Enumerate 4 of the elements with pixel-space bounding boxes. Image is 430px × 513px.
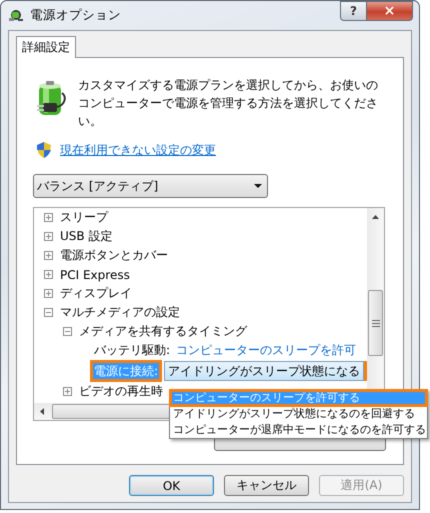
setting-label: 電源に接続: bbox=[92, 362, 160, 380]
window-title: 電源オプション bbox=[30, 7, 121, 24]
setting-label: バッテリ駆動: bbox=[93, 342, 172, 359]
instruction-text: カスタマイズする電源プランを選択してから、お使いのコンピューターで電源を管理する方法を選択してください。 bbox=[78, 77, 379, 130]
